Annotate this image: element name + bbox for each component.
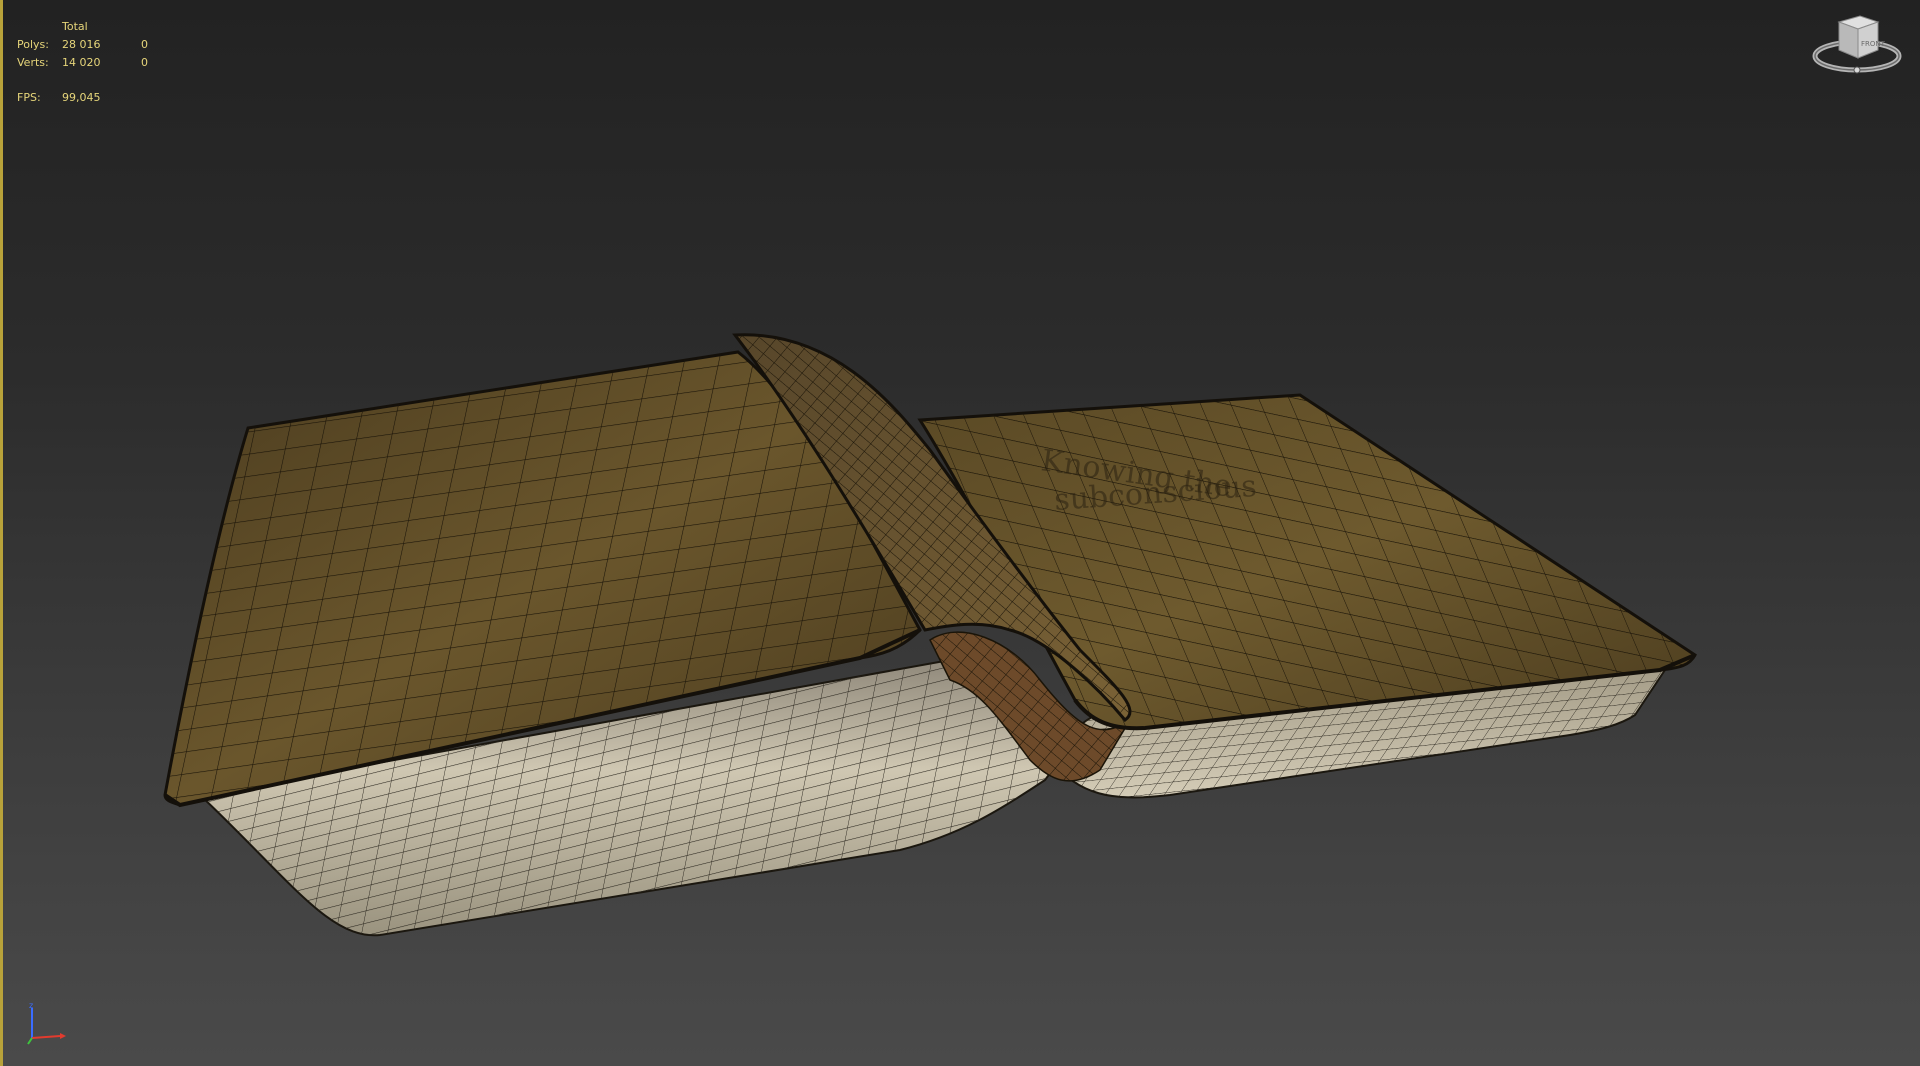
fps-label: FPS: [17,91,41,104]
fps-value: 99,045 [62,91,101,104]
verts-total: 14 020 [62,56,101,69]
polys-label: Polys: [17,38,49,51]
viewport-scene[interactable]: Knowing the subconscious [0,0,1920,1066]
verts-selected: 0 [141,56,148,69]
polys-selected: 0 [141,38,148,51]
axis-tripod-icon: z [27,1001,66,1045]
svg-text:z: z [29,1001,33,1010]
viewcube-face-label[interactable]: FRONT [1861,40,1886,48]
verts-label: Verts: [17,56,49,69]
stats-header: Total [62,20,88,33]
viewcube-icon[interactable]: FRONT [1812,12,1902,80]
polys-total: 28 016 [62,38,101,51]
